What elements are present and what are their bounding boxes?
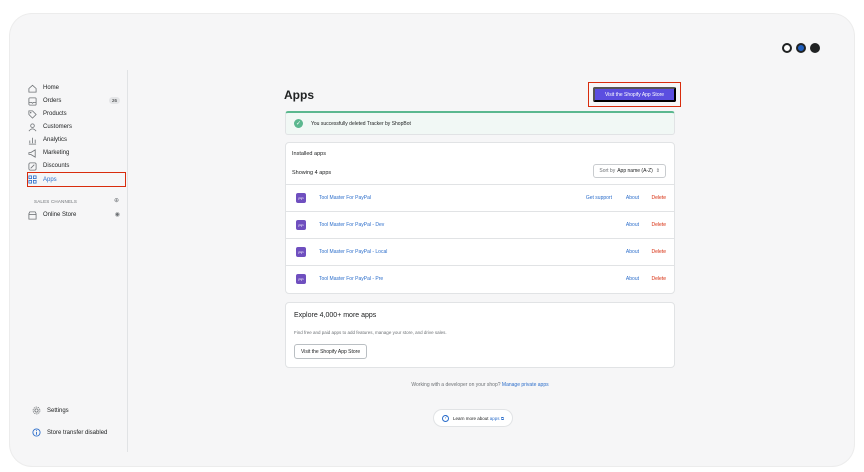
sidebar-item-orders[interactable]: Orders 26 [28,95,128,107]
gear-icon [32,406,41,415]
visit-app-store-button[interactable]: Visit the Shopify App Store [593,87,676,102]
megaphone-icon [28,148,37,158]
apps-icon [28,175,37,184]
app-logo-icon: PP [296,220,306,230]
sidebar-item-label: Online Store [43,212,77,218]
apps-count: Showing 4 apps [292,170,332,176]
sidebar-item-home[interactable]: Home [28,82,128,94]
developer-text: Working with a developer on your shop? [411,382,501,388]
view-eye-icon[interactable]: ◉ [115,211,120,218]
app-name[interactable]: Tool Master For PayPal - Pre [319,276,383,282]
app-row: PP Tool Master For PayPal - Pre About De… [286,265,674,292]
sidebar-item-customers[interactable]: Customers [28,121,128,133]
orders-count-badge: 26 [108,97,120,104]
app-logo-icon: PP [296,247,306,257]
developer-note: Working with a developer on your shop? M… [285,382,675,388]
sidebar-item-marketing[interactable]: Marketing [28,147,128,159]
app-logo-icon: PP [296,274,306,284]
sort-select[interactable]: Sort by App name (A-Z) ⇕ [593,164,666,178]
app-row: PP Tool Master For PayPal Get support Ab… [286,184,674,211]
learn-more-pill: ? Learn more about apps ⧉ [433,409,514,427]
learn-text: Learn more about [453,415,489,421]
explore-apps-card: Explore 4,000+ more apps Find free and p… [285,302,675,368]
sidebar-item-label: Analytics [43,137,68,143]
person-icon [28,122,37,132]
sidebar-item-online-store[interactable]: Online Store ◉ [28,209,128,221]
sidebar-item-label: Products [43,111,67,117]
store-transfer-status: Store transfer disabled [32,428,107,437]
success-banner: ✓ You successfully deleted Tracker by Sh… [285,111,675,135]
window-controls [782,43,820,53]
explore-description: Find free and paid apps to add features,… [294,330,447,335]
home-icon [28,84,37,93]
sidebar-item-label: Customers [43,124,73,130]
app-row: PP Tool Master For PayPal - Local About … [286,238,674,265]
store-icon [28,210,37,220]
page-title: Apps [284,88,314,102]
app-name[interactable]: Tool Master For PayPal [319,195,371,201]
delete-link[interactable]: Delete [652,249,666,255]
about-link[interactable]: About [626,276,639,282]
app-name[interactable]: Tool Master For PayPal - Dev [319,222,384,228]
about-link[interactable]: About [626,249,639,255]
info-circle-icon [32,428,41,437]
installed-apps-card: Installed apps Showing 4 apps Sort by Ap… [285,142,675,294]
sidebar-item-label: Discounts [43,163,70,169]
sidebar-item-analytics[interactable]: Analytics [28,134,128,146]
banner-message: You successfully deleted Tracker by Shop… [311,120,411,127]
sidebar-item-label: Orders [43,98,62,104]
select-arrows-icon: ⇕ [655,168,660,174]
discount-icon [28,161,37,171]
sidebar-item-products[interactable]: Products [28,108,128,120]
sales-channels-heading: SALES CHANNELS [34,199,78,204]
sidebar: Home Orders 26 Products Customers Analyt… [22,70,128,452]
settings-label: Settings [47,407,69,414]
sidebar-item-label: Apps [43,176,57,183]
checkmark-icon: ✓ [294,119,303,128]
circle-dark-icon[interactable] [810,43,820,53]
add-channel-icon[interactable]: ⊕ [114,197,119,204]
installed-apps-title: Installed apps [292,151,326,157]
get-support-link[interactable]: Get support [586,195,612,201]
circle-blue-icon[interactable] [796,43,806,53]
app-name[interactable]: Tool Master For PayPal - Local [319,249,387,255]
sidebar-item-apps[interactable]: Apps [27,172,126,187]
tag-icon [28,109,37,119]
app-logo-icon: PP [296,193,306,203]
sidebar-item-label: Home [43,85,60,91]
external-link-icon: ⧉ [499,415,505,421]
manage-private-apps-link[interactable]: Manage private apps [502,382,549,388]
app-row: PP Tool Master For PayPal - Dev About De… [286,211,674,238]
settings-link[interactable]: Settings [32,406,69,415]
explore-visit-store-button[interactable]: Visit the Shopify App Store [294,344,368,359]
orders-icon [28,96,37,106]
learn-apps-link[interactable]: apps [490,416,500,421]
explore-title: Explore 4,000+ more apps [294,312,377,319]
sort-value: App name (A-Z) [617,168,653,174]
visit-app-store-highlight: Visit the Shopify App Store [588,82,681,107]
sort-label: Sort by [599,168,616,174]
store-transfer-label: Store transfer disabled [47,429,108,436]
delete-link[interactable]: Delete [652,222,666,228]
sidebar-item-discounts[interactable]: Discounts [28,160,128,172]
about-link[interactable]: About [626,195,639,201]
sidebar-item-label: Marketing [43,150,70,156]
about-link[interactable]: About [626,222,639,228]
delete-link[interactable]: Delete [652,195,666,201]
help-icon: ? [442,414,449,422]
bar-chart-icon [28,136,37,145]
circle-outline-icon[interactable] [782,43,792,53]
delete-link[interactable]: Delete [652,276,666,282]
